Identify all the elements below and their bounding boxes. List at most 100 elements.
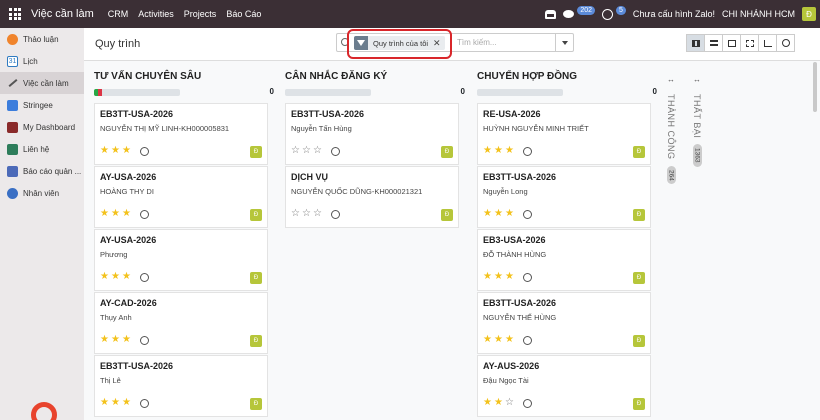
- progress-bar[interactable]: [285, 89, 371, 96]
- progress-bar[interactable]: [94, 89, 180, 96]
- kanban-card[interactable]: EB3TT-USA-2026 Nguyễn Tấn Hùng ☆ ☆ ☆ Đ: [285, 103, 459, 165]
- star-outline-icon[interactable]: ☆: [302, 146, 311, 156]
- kanban-card[interactable]: EB3TT-USA-2026 Nguyễn Long ★ ★ ★ Đ: [477, 166, 651, 228]
- kanban-card[interactable]: EB3TT-USA-2026 Thị Lê ★ ★ ★ Đ: [94, 355, 268, 417]
- branch-switcher[interactable]: CHI NHÁNH HCM: [722, 9, 795, 19]
- app-name[interactable]: Việc cần làm: [31, 8, 94, 20]
- phone-icon[interactable]: [545, 9, 557, 19]
- kanban-card[interactable]: EB3TT-USA-2026 NGUYỄN THỊ MỸ LINH-KH0000…: [94, 103, 268, 165]
- column-title[interactable]: TƯ VẤN CHUYÊN SÂU: [94, 61, 274, 82]
- star-icon[interactable]: ★: [122, 272, 131, 282]
- star-icon[interactable]: ★: [100, 335, 109, 345]
- menu-item-reports[interactable]: Báo Cáo: [226, 9, 261, 19]
- column-title[interactable]: CHUYỂN HỢP ĐỒNG: [477, 61, 657, 82]
- star-icon[interactable]: ★: [494, 398, 503, 408]
- activity-clock-icon[interactable]: [523, 210, 532, 219]
- progress-bar[interactable]: [477, 89, 563, 96]
- kanban-card[interactable]: EB3-USA-2026 ĐỖ THÀNH HÙNG ★ ★ ★ Đ: [477, 229, 651, 291]
- column-title[interactable]: CÂN NHẮC ĐĂNG KÝ: [285, 61, 465, 82]
- activity-clock-icon[interactable]: [140, 147, 149, 156]
- star-icon[interactable]: ★: [483, 398, 492, 408]
- star-icon[interactable]: ★: [494, 146, 503, 156]
- star-icon[interactable]: ★: [505, 335, 514, 345]
- folded-column-success[interactable]: ↔ THÀNH CÔNG 264: [660, 75, 682, 185]
- search-options-toggle[interactable]: [555, 33, 573, 52]
- expand-arrows-icon[interactable]: ↔: [693, 75, 701, 84]
- star-icon[interactable]: ★: [483, 146, 492, 156]
- activity-view-button[interactable]: [776, 34, 795, 52]
- star-outline-icon[interactable]: ☆: [505, 398, 514, 408]
- sidebar-item-todo[interactable]: Việc cần làm: [0, 72, 84, 94]
- star-outline-icon[interactable]: ☆: [302, 209, 311, 219]
- priority-stars[interactable]: ★ ★ ★: [483, 209, 514, 219]
- priority-stars[interactable]: ★ ★ ★: [483, 146, 514, 156]
- priority-stars[interactable]: ★ ★ ★: [100, 398, 131, 408]
- star-icon[interactable]: ★: [122, 209, 131, 219]
- folded-column-failed[interactable]: ↔ THẤT BẠI 1363: [686, 75, 708, 167]
- star-icon[interactable]: ★: [122, 398, 131, 408]
- menu-item-crm[interactable]: CRM: [108, 9, 129, 19]
- star-icon[interactable]: ★: [111, 146, 120, 156]
- sidebar-item-calendar[interactable]: 31 Lịch: [0, 50, 84, 72]
- graph-view-button[interactable]: [758, 34, 777, 52]
- star-icon[interactable]: ★: [100, 209, 109, 219]
- star-icon[interactable]: ★: [111, 209, 120, 219]
- activity-clock-icon[interactable]: [523, 273, 532, 282]
- star-icon[interactable]: ★: [483, 209, 492, 219]
- sidebar-item-dashboard[interactable]: My Dashboard: [0, 116, 84, 138]
- star-icon[interactable]: ★: [483, 335, 492, 345]
- star-icon[interactable]: ★: [100, 272, 109, 282]
- activity-clock-icon[interactable]: [331, 147, 340, 156]
- chat-icon[interactable]: [563, 10, 575, 18]
- activity-clock-icon[interactable]: [602, 8, 614, 20]
- scrollbar[interactable]: [813, 62, 817, 112]
- sidebar-item-report[interactable]: Báo cáo quản ...: [0, 160, 84, 182]
- activity-clock-icon[interactable]: [523, 399, 532, 408]
- kanban-card[interactable]: DỊCH VỤ NGUYỄN QUỐC DŨNG-KH000021321 ☆ ☆ ☆…: [285, 166, 459, 228]
- star-icon[interactable]: ★: [483, 272, 492, 282]
- priority-stars[interactable]: ★ ★ ☆: [483, 398, 514, 408]
- priority-stars[interactable]: ★ ★ ★: [100, 209, 131, 219]
- activity-clock-icon[interactable]: [523, 147, 532, 156]
- star-icon[interactable]: ★: [122, 335, 131, 345]
- star-icon[interactable]: ★: [100, 146, 109, 156]
- star-icon[interactable]: ★: [100, 398, 109, 408]
- kanban-card[interactable]: AY-AUS-2026 Đậu Ngọc Tài ★ ★ ☆ Đ: [477, 355, 651, 417]
- sidebar-item-employees[interactable]: Nhân viên: [0, 182, 84, 204]
- priority-stars[interactable]: ★ ★ ★: [483, 272, 514, 282]
- activity-clock-icon[interactable]: [331, 210, 340, 219]
- star-icon[interactable]: ★: [111, 398, 120, 408]
- star-outline-icon[interactable]: ☆: [313, 146, 322, 156]
- list-view-button[interactable]: [704, 34, 723, 52]
- star-icon[interactable]: ★: [494, 209, 503, 219]
- star-icon[interactable]: ★: [122, 146, 131, 156]
- sidebar-item-stringee[interactable]: Stringee: [0, 94, 84, 116]
- kanban-view-button[interactable]: [686, 34, 705, 52]
- priority-stars[interactable]: ☆ ☆ ☆: [291, 209, 322, 219]
- company-avatar[interactable]: Đ: [802, 7, 816, 21]
- sidebar-item-discuss[interactable]: Thảo luận: [0, 28, 84, 50]
- star-outline-icon[interactable]: ☆: [313, 209, 322, 219]
- priority-stars[interactable]: ★ ★ ★: [100, 146, 131, 156]
- pivot-view-button[interactable]: [740, 34, 759, 52]
- activity-clock-icon[interactable]: [140, 210, 149, 219]
- activity-clock-icon[interactable]: [523, 336, 532, 345]
- activity-clock-icon[interactable]: [140, 336, 149, 345]
- kanban-card[interactable]: EB3TT-USA-2026 NGUYỄN THẾ HÙNG ★ ★ ★ Đ: [477, 292, 651, 354]
- star-outline-icon[interactable]: ☆: [291, 146, 300, 156]
- activity-clock-icon[interactable]: [140, 399, 149, 408]
- priority-stars[interactable]: ★ ★ ★: [100, 335, 131, 345]
- priority-stars[interactable]: ☆ ☆ ☆: [291, 146, 322, 156]
- star-icon[interactable]: ★: [505, 272, 514, 282]
- kanban-card[interactable]: RE-USA-2026 HUỲNH NGUYỄN MINH TRIẾT ★ ★ ★ …: [477, 103, 651, 165]
- kanban-card[interactable]: AY-USA-2026 Phương ★ ★ ★ Đ: [94, 229, 268, 291]
- menu-item-projects[interactable]: Projects: [184, 9, 217, 19]
- star-icon[interactable]: ★: [494, 335, 503, 345]
- star-icon[interactable]: ★: [494, 272, 503, 282]
- calendar-view-button[interactable]: [722, 34, 741, 52]
- activity-clock-icon[interactable]: [140, 273, 149, 282]
- priority-stars[interactable]: ★ ★ ★: [483, 335, 514, 345]
- kanban-card[interactable]: AY-CAD-2026 Thụy Anh ★ ★ ★ Đ: [94, 292, 268, 354]
- menu-item-activities[interactable]: Activities: [138, 9, 174, 19]
- star-icon[interactable]: ★: [111, 272, 120, 282]
